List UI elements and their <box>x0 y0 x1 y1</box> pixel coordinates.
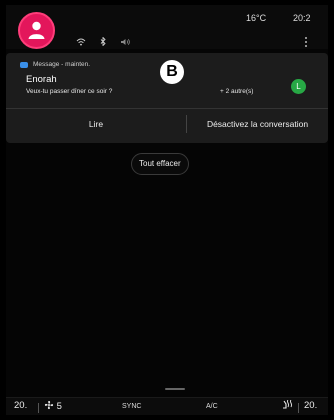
fan-speed-value: 5 <box>56 401 62 412</box>
ac-button[interactable]: A/C <box>206 403 218 410</box>
clear-all-button[interactable]: Tout effacer <box>131 153 189 175</box>
contact-avatar: L <box>291 79 306 94</box>
notification-message: Veux-tu passer dîner ce soir ? <box>26 88 113 95</box>
user-profile-avatar[interactable] <box>18 12 55 49</box>
notification-header: Message - mainten. <box>20 61 90 68</box>
clock: 20:2 <box>293 13 311 23</box>
notification-card[interactable]: Message - mainten. B Enorah Veux-tu pass… <box>6 53 328 143</box>
seat-heat-icon[interactable] <box>282 399 293 412</box>
fan-icon <box>44 400 54 410</box>
wifi-icon <box>76 38 86 45</box>
callout-marker: B <box>160 60 184 84</box>
mute-conversation-button[interactable]: Désactivez la conversation <box>187 109 328 143</box>
screen: 16°C 20:2 Message - mainten. B Enorah Ve… <box>6 5 328 415</box>
status-icons <box>76 37 131 46</box>
menu-dots-icon[interactable] <box>305 37 308 49</box>
heated-seat-icon <box>283 399 292 409</box>
notification-more-count: + 2 autre(s) <box>220 88 254 95</box>
outside-temperature: 16°C <box>246 13 267 23</box>
notification-sender: Enorah <box>26 74 57 85</box>
notification-app-label: Message - mainten. <box>33 61 91 68</box>
status-bar: 16°C 20:2 <box>6 5 328 49</box>
sync-button[interactable]: SYNC <box>122 403 141 410</box>
drag-handle[interactable] <box>165 388 185 390</box>
climate-divider <box>298 403 299 413</box>
volume-icon <box>121 38 130 45</box>
right-temperature[interactable]: 20. <box>304 400 317 411</box>
bluetooth-icon <box>100 37 106 46</box>
fan-speed-control[interactable]: 5 <box>44 400 62 412</box>
message-icon <box>20 61 28 68</box>
read-button[interactable]: Lire <box>6 109 186 143</box>
user-icon <box>28 21 45 39</box>
climate-divider <box>38 403 39 413</box>
left-temperature[interactable]: 20. <box>14 400 27 411</box>
climate-bar: 20. 5 SYNC A/C 20. <box>6 397 328 415</box>
